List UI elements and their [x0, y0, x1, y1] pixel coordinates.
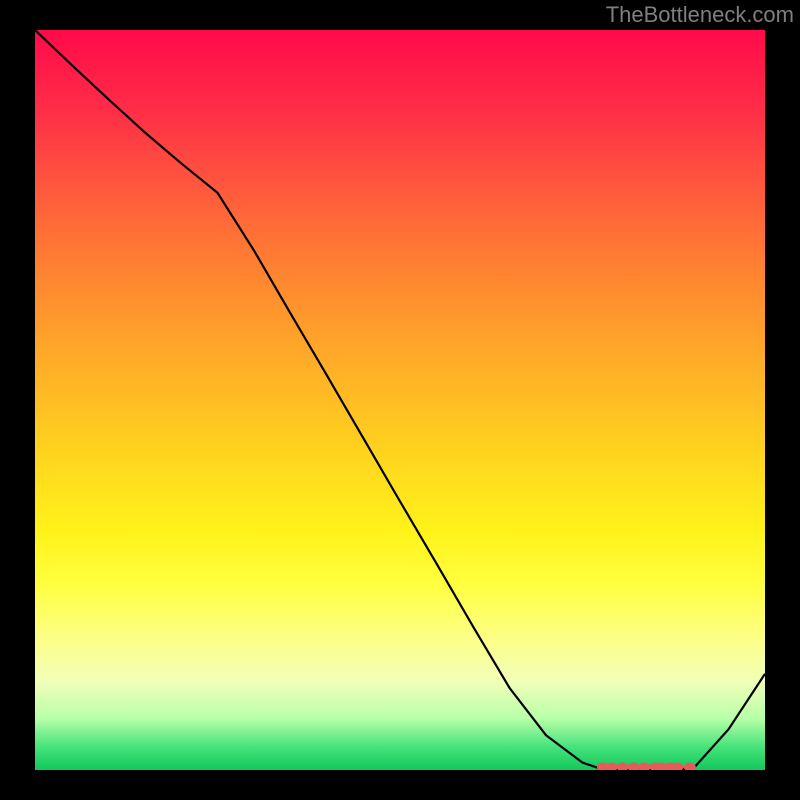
- marker-dot: [684, 763, 696, 770]
- marker-group: [597, 763, 696, 770]
- data-line: [35, 30, 765, 770]
- chart-container: TheBottleneck.com: [0, 0, 800, 800]
- marker-dot: [639, 763, 651, 770]
- plot-area: [35, 30, 765, 770]
- marker-dot: [628, 763, 640, 770]
- chart-svg: [35, 30, 765, 770]
- marker-dot: [606, 763, 618, 770]
- attribution-text: TheBottleneck.com: [606, 2, 794, 28]
- data-line-group: [35, 30, 765, 770]
- marker-dot: [617, 763, 629, 770]
